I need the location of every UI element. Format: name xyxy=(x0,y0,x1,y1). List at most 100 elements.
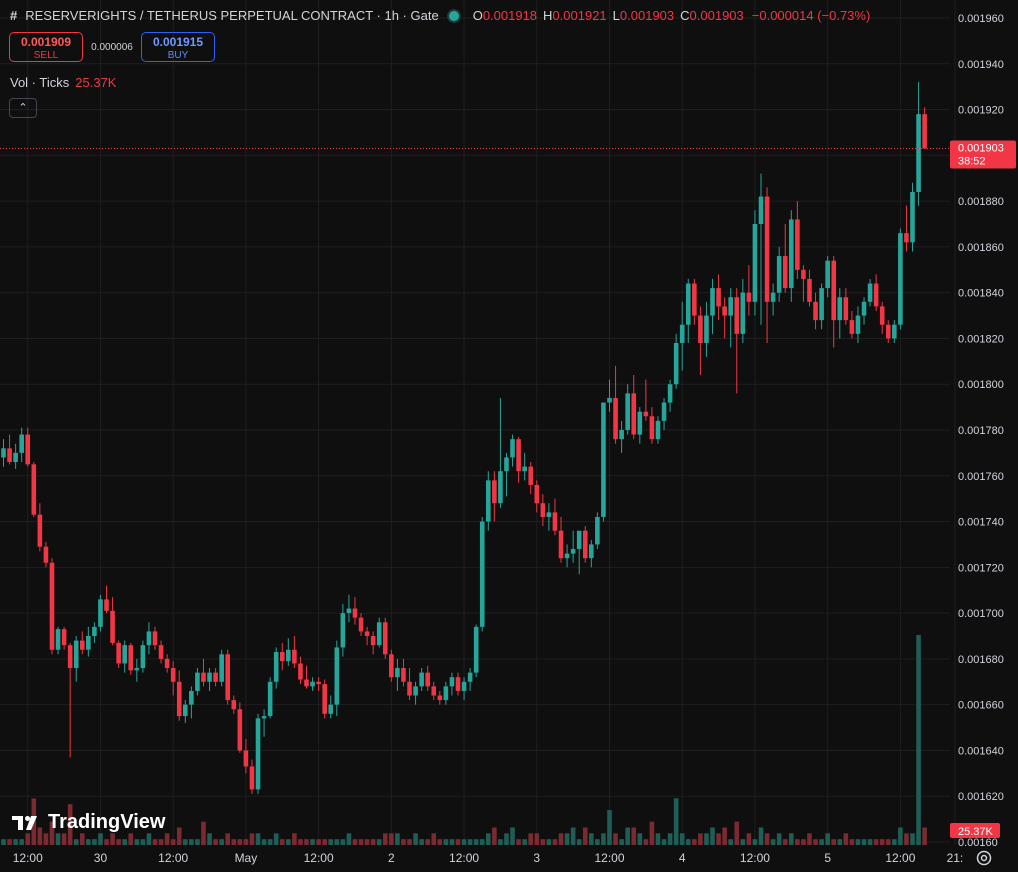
volume-bar xyxy=(795,839,800,845)
volume-bar xyxy=(528,833,534,845)
volume-bar xyxy=(158,839,164,845)
volume-bar xyxy=(516,839,521,845)
time-tick-label: 12:00 xyxy=(885,851,915,865)
volume-bar xyxy=(7,839,12,845)
candle xyxy=(734,288,740,394)
candle-body xyxy=(643,411,649,417)
price-axis[interactable]: 0.0019600.0019400.0019200.0019000.001880… xyxy=(958,13,1004,849)
candle xyxy=(98,594,103,632)
candle-body xyxy=(873,283,879,307)
open-value: 0.001918 xyxy=(482,8,538,23)
candle-body xyxy=(286,649,291,662)
volume-bar xyxy=(243,839,249,845)
candle xyxy=(716,274,721,321)
candle-body xyxy=(861,301,867,316)
candle xyxy=(764,187,770,344)
candle xyxy=(273,647,279,689)
candle xyxy=(140,640,146,673)
settings-icon[interactable] xyxy=(975,849,993,867)
buy-button[interactable]: 0.001915 BUY xyxy=(141,32,215,62)
candle xyxy=(673,333,679,389)
time-tick-label: 21: xyxy=(947,851,964,865)
candle-body xyxy=(461,681,467,691)
price-tick-label: 0.001940 xyxy=(958,59,1004,71)
volume-bar xyxy=(122,839,127,845)
candle xyxy=(582,526,588,563)
volume-bar xyxy=(789,833,794,845)
candle xyxy=(619,420,624,453)
volume-bar xyxy=(140,839,146,845)
volume-bar xyxy=(261,839,267,845)
candle-body xyxy=(601,402,606,517)
volume-bar xyxy=(195,839,200,845)
volume-bar xyxy=(328,839,334,845)
candle xyxy=(170,661,176,696)
candle-body xyxy=(649,416,655,440)
candle xyxy=(261,709,267,737)
candle-body xyxy=(395,668,400,678)
candle xyxy=(370,631,376,655)
volume-bar xyxy=(643,839,649,845)
candle xyxy=(467,668,473,691)
candle-body xyxy=(431,686,437,696)
candle xyxy=(128,642,134,675)
volume-bar xyxy=(710,827,715,845)
candle xyxy=(104,585,109,614)
volume-bar xyxy=(770,839,776,845)
candle xyxy=(79,631,85,655)
candle-body xyxy=(183,704,188,717)
volume-legend[interactable]: Vol · Ticks 25.37K xyxy=(10,75,116,90)
volume-bar xyxy=(55,833,61,845)
candle-body xyxy=(782,256,788,289)
low-label: L xyxy=(612,8,620,23)
candlestick-chart[interactable]: 0.0019600.0019400.0019200.0019000.001880… xyxy=(0,0,1018,872)
candle-body xyxy=(55,629,61,650)
volume-bar xyxy=(389,833,394,845)
volume-bar xyxy=(510,827,515,845)
candle-body xyxy=(346,608,352,614)
candle-body xyxy=(789,219,794,289)
tradingview-watermark[interactable]: TradingView xyxy=(12,811,165,834)
candle-body xyxy=(298,663,303,680)
candle xyxy=(922,107,927,149)
candle-body xyxy=(619,430,624,440)
volume-bar xyxy=(892,839,897,845)
price-tick-label: 0.001880 xyxy=(958,196,1004,208)
buy-label: BUY xyxy=(167,50,189,61)
time-axis[interactable]: 12:00 30 12:00 May 12:00 2 12:00 3 12:00 4 12:00 5 1… xyxy=(13,851,964,865)
candle-body xyxy=(73,640,79,669)
candle xyxy=(407,668,412,701)
candle-body xyxy=(61,629,67,646)
candle-body xyxy=(358,617,364,632)
candle-body xyxy=(831,260,837,321)
candle xyxy=(55,626,61,655)
volume-bar xyxy=(522,839,527,845)
candle-body xyxy=(237,709,243,751)
candle-body xyxy=(86,636,91,650)
time-tick-label: 12:00 xyxy=(304,851,334,865)
change-value: −0.000014 (−0.73%) xyxy=(751,8,871,23)
candle-body xyxy=(407,681,412,696)
volume-bar xyxy=(546,839,552,845)
candle xyxy=(443,681,449,705)
symbol-title[interactable]: RESERVERIGHTS / TETHERUS PERPETUAL CONTR… xyxy=(25,8,438,23)
chevron-up-icon[interactable]: ⌃ xyxy=(9,98,37,118)
candle-body xyxy=(170,668,176,682)
volume-bar xyxy=(564,833,570,845)
candle xyxy=(789,210,794,302)
buy-price: 0.001915 xyxy=(152,35,204,49)
volume-bar xyxy=(619,839,624,845)
candle xyxy=(19,427,24,463)
price-tag: 0.001903 38:52 xyxy=(950,140,1016,169)
sell-button[interactable]: 0.001909 SELL xyxy=(9,32,83,62)
volume-bar xyxy=(552,839,558,845)
volume-bar xyxy=(758,827,764,845)
candle xyxy=(195,668,200,696)
candle-body xyxy=(31,464,37,515)
volume-bar xyxy=(467,839,473,845)
candle-body xyxy=(486,480,491,522)
candle-body xyxy=(158,645,164,659)
volume-bar xyxy=(540,839,546,845)
candle xyxy=(43,542,49,568)
volume-bar xyxy=(916,635,921,845)
